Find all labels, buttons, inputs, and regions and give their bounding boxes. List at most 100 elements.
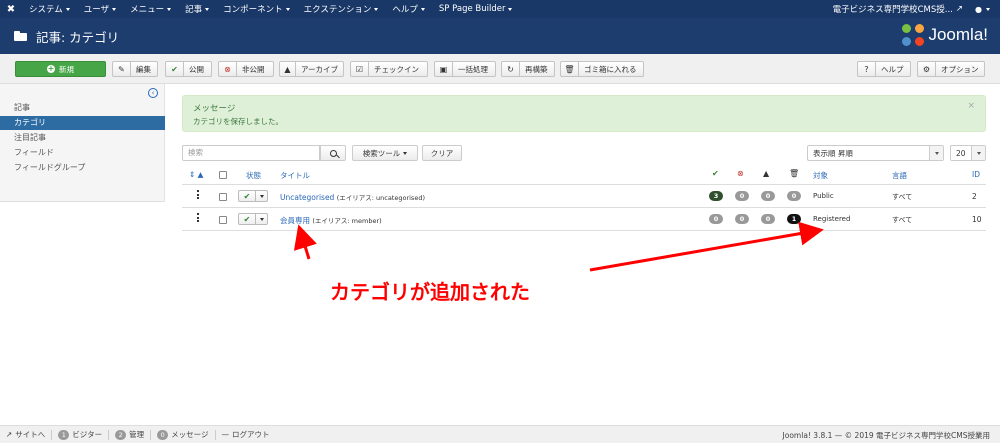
menu-help[interactable]: ヘルプ [385, 3, 432, 15]
archived-icon: ▲ [763, 169, 770, 178]
published-count-badge[interactable]: 0 [709, 214, 723, 224]
select-all-checkbox[interactable] [219, 171, 227, 179]
arrow-to-access-level [589, 221, 824, 272]
title-column-header[interactable]: タイトル [280, 170, 310, 181]
status-toggle[interactable]: ✔ [238, 213, 268, 225]
messages-count-badge: 0 [157, 429, 169, 440]
published-check-icon[interactable]: ✔ [239, 214, 256, 224]
admins-status[interactable]: 2 管理 [109, 429, 152, 440]
language-value: すべて [892, 216, 913, 224]
toolbar: + 新規 ✎ 編集 ✔ 公開 ⊗ 非公開 ▲ アーカイブ ☑ チェックイン ▣ 一括処理 ↻ 再… [0, 54, 1000, 84]
external-link-icon: ↗ [955, 4, 964, 14]
clear-button[interactable]: クリア [422, 145, 462, 161]
user-icon: ● [975, 4, 982, 14]
access-level: Registered [813, 215, 851, 223]
sort-order-icon[interactable]: ⇕ ▲ [189, 170, 203, 179]
drag-handle-icon[interactable] [197, 190, 199, 199]
question-icon: ? [858, 62, 876, 76]
close-icon[interactable]: × [967, 101, 975, 111]
unpublished-icon: ⊗ [737, 169, 744, 178]
search-tools-button[interactable]: 検索ツール [352, 145, 418, 161]
category-title-link[interactable]: Uncategorised [280, 193, 334, 202]
menu-users[interactable]: ユーザ [77, 3, 123, 15]
top-navbar: ✖ システム ユーザ メニュー 記事 コンポーネント エクステンション ヘルプ … [0, 0, 1000, 18]
copyright-text: Joomla! 3.8.1 — © 2019 電子ビジネス専門学校CMS授業用 [782, 431, 990, 440]
row-checkbox[interactable] [219, 216, 227, 224]
drag-handle-icon[interactable] [197, 213, 199, 222]
archived-count-badge[interactable]: 0 [761, 191, 775, 201]
archived-count-badge[interactable]: 0 [761, 214, 775, 224]
status-footer: ↗ サイトへ 1 ビジター 2 管理 0 メッセージ — ログアウト Joomla! 3.… [0, 425, 1000, 443]
checkin-icon: ☑ [351, 62, 369, 76]
trashed-count-badge[interactable]: 0 [787, 191, 801, 201]
access-column-header[interactable]: 対象 [813, 170, 828, 181]
help-button[interactable]: ? ヘルプ [857, 61, 911, 77]
status-toggle[interactable]: ✔ [238, 190, 268, 202]
new-button[interactable]: + 新規 [15, 61, 106, 77]
search-input[interactable]: 検索 [182, 145, 320, 161]
options-button[interactable]: ⚙ オプション [917, 61, 985, 77]
id-column-header[interactable]: ID [972, 170, 980, 179]
menu-menus[interactable]: メニュー [123, 3, 178, 15]
edit-button[interactable]: ✎ 編集 [112, 61, 158, 77]
user-menu[interactable]: ● [969, 5, 1000, 14]
status-column-header[interactable]: 状態 [246, 170, 261, 181]
visitors-status[interactable]: 1 ビジター [52, 429, 110, 440]
id-value: 2 [972, 192, 977, 201]
joomla-brand: Joomla! [902, 24, 988, 46]
category-alias: (エイリアス: member) [312, 217, 382, 225]
archive-icon: ▲ [280, 62, 296, 76]
message-body: カテゴリを保存しました。 [193, 117, 283, 126]
main-menu: システム ユーザ メニュー 記事 コンポーネント エクステンション ヘルプ SP… [22, 0, 519, 18]
archive-button[interactable]: ▲ アーカイブ [279, 61, 344, 77]
menu-system[interactable]: システム [22, 3, 77, 15]
gear-icon: ⚙ [918, 62, 936, 76]
site-link[interactable]: 電子ビジネス専門学校CMS授... ↗ [827, 3, 969, 15]
batch-button[interactable]: ▣ 一括処理 [434, 61, 496, 77]
unpublished-count-badge[interactable]: 0 [735, 191, 749, 201]
admins-count-badge: 2 [115, 429, 127, 440]
checkin-button[interactable]: ☑ チェックイン [350, 61, 428, 77]
menu-extensions[interactable]: エクステンション [297, 3, 386, 15]
menu-sp-page-builder[interactable]: SP Page Builder [432, 4, 520, 14]
sidebar-item-articles[interactable]: 記事 [0, 101, 165, 115]
published-check-icon[interactable]: ✔ [239, 191, 256, 201]
caret-down-icon [420, 7, 425, 11]
page-title: 記事: カテゴリ [36, 29, 120, 45]
joomla-menu-icon[interactable]: ✖ [0, 0, 22, 18]
caret-down-icon [259, 217, 264, 221]
sidebar-item-fields[interactable]: フィールド [0, 146, 165, 160]
collapse-sidebar-icon[interactable]: ‹ [148, 88, 158, 98]
category-alias: (エイリアス: uncategorised) [336, 194, 425, 202]
limit-select[interactable]: 20 [950, 145, 986, 161]
menu-content[interactable]: 記事 [178, 3, 216, 15]
sidebar-item-featured[interactable]: 注目記事 [0, 131, 165, 145]
unpublished-count-badge[interactable]: 0 [735, 214, 749, 224]
row-checkbox[interactable] [219, 193, 227, 201]
trashed-count-badge[interactable]: 1 [787, 214, 801, 224]
publish-button[interactable]: ✔ 公開 [165, 61, 212, 77]
menu-components[interactable]: コンポーネント [216, 3, 297, 15]
unpublish-button[interactable]: ⊗ 非公開 [218, 61, 274, 77]
search-button[interactable] [320, 145, 346, 161]
plus-icon: + [47, 64, 55, 73]
annotation-text: カテゴリが追加された [330, 280, 530, 304]
messages-status[interactable]: 0 メッセージ [151, 429, 216, 440]
sidebar-item-categories[interactable]: カテゴリ [0, 116, 165, 130]
sidebar-item-field-groups[interactable]: フィールドグループ [0, 161, 165, 175]
category-title-link[interactable]: 会員専用 [280, 216, 310, 225]
ordering-select[interactable]: 表示順 昇順 [807, 145, 944, 161]
view-site-link[interactable]: ↗ サイトへ [0, 429, 53, 440]
folder-icon [14, 31, 28, 41]
minus-icon: — [221, 430, 230, 439]
rebuild-button[interactable]: ↻ 再構築 [501, 61, 555, 77]
edit-icon: ✎ [113, 62, 131, 76]
trash-icon: 🗑 [561, 62, 579, 76]
table-row: ✔ 会員専用 (エイリアス: member) 0 0 0 1 Registere… [182, 208, 986, 231]
caret-down-icon [508, 7, 513, 11]
language-column-header[interactable]: 言語 [892, 170, 907, 181]
published-count-badge[interactable]: 3 [709, 191, 723, 201]
trash-button[interactable]: 🗑 ゴミ箱に入れる [560, 61, 644, 77]
caret-down-icon [976, 151, 981, 155]
logout-link[interactable]: — ログアウト [216, 430, 276, 440]
